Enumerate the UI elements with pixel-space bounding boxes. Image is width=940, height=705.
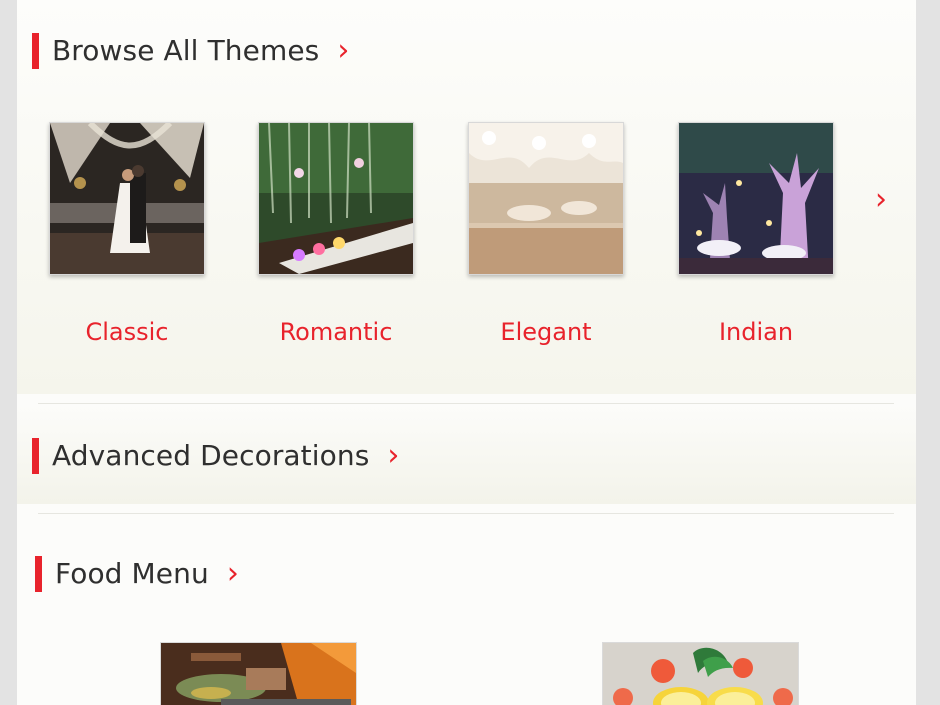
theme-card-romantic[interactable]: Romantic	[258, 122, 414, 346]
chevron-right-icon[interactable]: ›	[387, 438, 399, 474]
home-page: Browse All Themes › Classic Romantic Ele…	[17, 0, 916, 705]
buffet-food-photo[interactable]	[160, 642, 357, 705]
chevron-right-icon[interactable]: ›	[227, 556, 239, 592]
romantic-garden-photo	[258, 122, 414, 275]
themes-header: Browse All Themes ›	[32, 33, 349, 69]
advanced-header: Advanced Decorations ›	[32, 438, 399, 474]
chevron-right-icon[interactable]: ›	[337, 33, 349, 69]
food-title: Food Menu	[55, 557, 209, 590]
theme-card-elegant[interactable]: Elegant	[468, 122, 624, 346]
theme-card-classic[interactable]: Classic	[49, 122, 205, 346]
themes-title: Browse All Themes	[52, 34, 320, 67]
indian-night-photo	[678, 122, 834, 275]
chevron-right-icon[interactable]: ›	[875, 183, 887, 217]
divider	[38, 513, 894, 514]
elegant-hall-photo	[468, 122, 624, 275]
accent-bar	[32, 33, 39, 69]
food-header: Food Menu ›	[35, 556, 239, 592]
theme-label-classic: Classic	[85, 318, 169, 346]
seafood-platter-photo[interactable]	[602, 642, 799, 705]
advanced-title: Advanced Decorations	[52, 439, 370, 472]
advanced-decorations-section: Advanced Decorations ›	[17, 404, 916, 504]
classic-wedding-photo	[49, 122, 205, 275]
theme-label-romantic: Romantic	[279, 318, 393, 346]
theme-label-elegant: Elegant	[500, 318, 592, 346]
accent-bar	[35, 556, 42, 592]
theme-label-indian: Indian	[718, 318, 794, 346]
theme-card-indian[interactable]: Indian	[678, 122, 834, 346]
themes-section: Browse All Themes › Classic Romantic Ele…	[17, 0, 916, 394]
accent-bar	[32, 438, 39, 474]
